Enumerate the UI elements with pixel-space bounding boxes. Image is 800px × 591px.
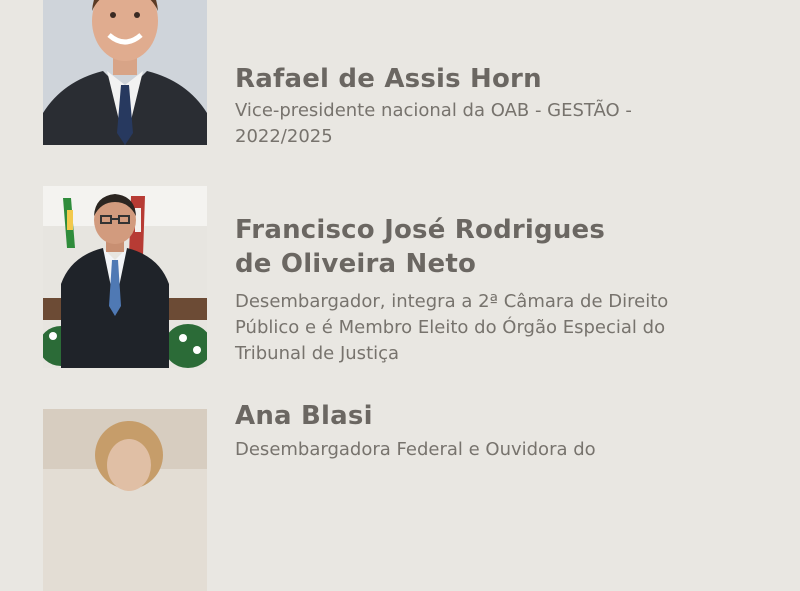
speaker-card: Francisco José Rodrigues de Oliveira Net…	[43, 186, 763, 368]
speaker-name: Francisco José Rodrigues de Oliveira Net…	[235, 215, 606, 279]
speaker-photo	[43, 186, 207, 368]
speaker-role: Vice-presidente nacional da OAB - GESTÃO…	[235, 100, 632, 147]
speaker-card: Rafael de Assis Horn Vice-presidente nac…	[43, 0, 763, 147]
speaker-card: Ana Blasi Desembargadora Federal e Ouvid…	[43, 401, 763, 591]
speaker-photo	[43, 0, 207, 145]
speaker-role: Desembargadora Federal e Ouvidora do	[235, 439, 596, 460]
speaker-name: Ana Blasi	[235, 401, 373, 431]
speaker-photo-portrait	[43, 409, 207, 591]
speaker-role: Desembargador, integra a 2ª Câmara de Di…	[235, 291, 669, 364]
speaker-photo-portrait	[43, 0, 207, 145]
speaker-photo	[43, 409, 207, 591]
speaker-name: Rafael de Assis Horn	[235, 64, 542, 94]
speaker-photo-portrait	[43, 186, 207, 368]
